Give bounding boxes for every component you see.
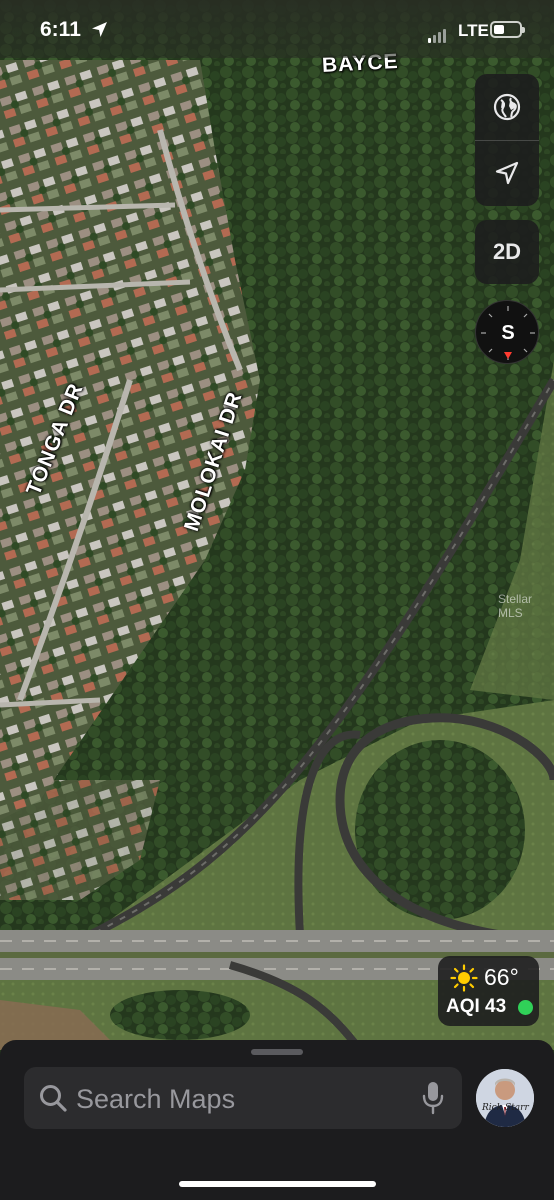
search-icon xyxy=(40,1085,67,1112)
status-bar: 6:11 LTE xyxy=(0,0,554,58)
search-field[interactable]: Search Maps xyxy=(24,1067,462,1129)
location-services-icon xyxy=(92,22,107,37)
mls-watermark: Stellar MLS xyxy=(498,592,533,620)
view-toggle-2d-button[interactable]: 2D xyxy=(475,220,539,284)
search-placeholder: Search Maps xyxy=(76,1084,236,1114)
profile-avatar[interactable]: Rick Starr xyxy=(476,1069,534,1127)
temperature: 66° xyxy=(484,964,519,990)
cellular-signal-icon xyxy=(428,25,448,43)
sun-icon xyxy=(450,964,478,992)
map-mode-button[interactable] xyxy=(475,74,539,140)
battery-icon xyxy=(490,21,525,38)
weather-badge[interactable]: 66° AQI 43 xyxy=(438,956,539,1026)
location-arrow-icon xyxy=(495,161,519,185)
globe-icon xyxy=(493,93,521,121)
microphone-icon[interactable] xyxy=(422,1081,444,1115)
compass-heading: S xyxy=(501,321,515,344)
current-location-button[interactable] xyxy=(475,140,539,206)
map-controls-group xyxy=(475,74,539,206)
avatar-photo xyxy=(476,1069,534,1127)
bottom-sheet[interactable]: Search Maps Rick Starr xyxy=(0,1040,554,1200)
home-indicator xyxy=(179,1181,376,1187)
aqi-status-dot xyxy=(518,1000,533,1015)
avatar-signature: Rick Starr xyxy=(482,1103,529,1113)
compass-button[interactable]: S xyxy=(475,300,539,364)
status-time: 6:11 xyxy=(40,18,81,41)
sheet-grabber[interactable] xyxy=(251,1049,303,1055)
network-type: LTE xyxy=(458,21,489,40)
aqi-label: AQI 43 xyxy=(446,996,507,1017)
